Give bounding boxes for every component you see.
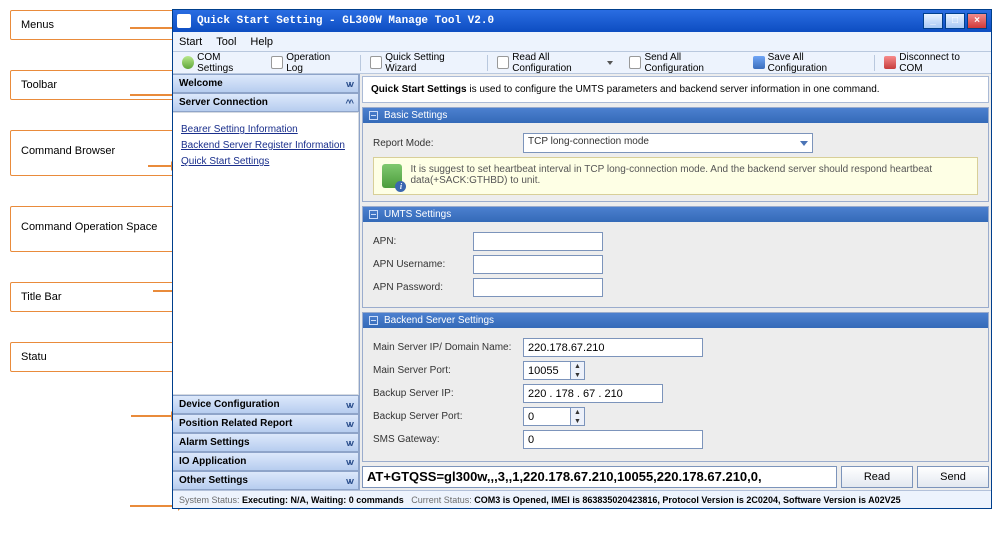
status-bar: System Status: Executing: N/A, Waiting: … — [173, 490, 991, 508]
link-bearer[interactable]: Bearer Setting Information — [181, 124, 350, 135]
command-bar: AT+GTQSS=gl300w,,,3,,1,220.178.67.210,10… — [362, 466, 989, 488]
section-umts: UMTS Settings APN: APN Username: APN Pas… — [362, 206, 989, 308]
msip-label: Main Server IP/ Domain Name: — [373, 342, 523, 353]
tb-read-all[interactable]: Read All Configuration — [492, 49, 618, 77]
section-basic-header[interactable]: Basic Settings — [363, 108, 988, 123]
window-title: Quick Start Setting - GL300W Manage Tool… — [197, 15, 494, 27]
apn-pwd-input[interactable] — [473, 278, 603, 297]
title-bar[interactable]: Quick Start Setting - GL300W Manage Tool… — [173, 10, 991, 32]
tb-disconnect[interactable]: Disconnect to COM — [879, 49, 985, 77]
close-button[interactable]: × — [967, 13, 987, 29]
callout-title-bar: Title Bar — [10, 282, 175, 312]
bsport-label: Backup Server Port: — [373, 411, 523, 422]
chevron-down-icon: vv — [346, 476, 352, 486]
server-links: Bearer Setting Information Backend Serve… — [173, 112, 359, 395]
toolbar: COM Settings Operation Log Quick Setting… — [173, 52, 991, 74]
link-backend-reg[interactable]: Backend Server Register Information — [181, 140, 350, 151]
tb-quick-wizard[interactable]: Quick Setting Wizard — [365, 49, 477, 77]
application-window: Quick Start Setting - GL300W Manage Tool… — [172, 9, 992, 509]
callout-command-browser: Command Browser — [10, 130, 175, 176]
chevron-down-icon: vv — [346, 79, 352, 89]
group-other[interactable]: Other Settingsvv — [173, 471, 359, 490]
apn-pwd-label: APN Password: — [373, 282, 473, 293]
group-server-connection[interactable]: Server Connection^^ — [173, 93, 359, 112]
section-backend: Backend Server Settings Main Server IP/ … — [362, 312, 989, 462]
menu-start[interactable]: Start — [179, 36, 202, 48]
spinner-arrows-icon[interactable]: ▲▼ — [571, 361, 585, 380]
note-box: It is suggest to set heartbeat interval … — [373, 157, 978, 195]
bsip-input[interactable] — [523, 384, 663, 403]
apn-input[interactable] — [473, 232, 603, 251]
chevron-up-icon: ^^ — [345, 98, 352, 108]
read-icon — [497, 56, 509, 69]
collapse-icon — [369, 210, 378, 219]
collapse-icon — [369, 316, 378, 325]
apn-user-label: APN Username: — [373, 259, 473, 270]
group-position-report[interactable]: Position Related Reportvv — [173, 414, 359, 433]
globe-icon — [182, 56, 194, 69]
maximize-button[interactable]: □ — [945, 13, 965, 29]
callout-statu: Statu — [10, 342, 175, 372]
save-icon — [753, 56, 765, 69]
bsport-spinner[interactable]: ▲▼ — [523, 407, 585, 426]
chevron-down-icon: vv — [346, 419, 352, 429]
msip-input[interactable] — [523, 338, 703, 357]
callout-command-op-space: Command Operation Space — [10, 206, 175, 252]
arrow-titlebar — [131, 415, 173, 417]
arrow-cmdbrowser — [148, 165, 173, 167]
command-operation-space: Quick Start Settings is used to configur… — [360, 74, 991, 490]
app-icon — [177, 14, 191, 28]
group-io-app[interactable]: IO Applicationvv — [173, 452, 359, 471]
read-button[interactable]: Read — [841, 466, 913, 488]
apn-user-input[interactable] — [473, 255, 603, 274]
send-icon — [629, 56, 641, 69]
report-mode-select[interactable]: TCP long-connection mode — [523, 133, 813, 153]
wizard-icon — [370, 56, 382, 69]
chevron-down-icon: vv — [346, 438, 352, 448]
tb-send-all[interactable]: Send All Configuration — [624, 49, 741, 77]
msport-spinner[interactable]: ▲▼ — [523, 361, 585, 380]
report-mode-label: Report Mode: — [373, 138, 523, 149]
bsip-label: Backup Server IP: — [373, 388, 523, 399]
tb-save-all[interactable]: Save All Configuration — [748, 49, 865, 77]
description: Quick Start Settings is used to configur… — [362, 76, 989, 103]
section-backend-header[interactable]: Backend Server Settings — [363, 313, 988, 328]
group-alarm[interactable]: Alarm Settingsvv — [173, 433, 359, 452]
disconnect-icon — [884, 56, 896, 69]
group-device-config[interactable]: Device Configurationvv — [173, 395, 359, 414]
tb-com-settings[interactable]: COM Settings — [177, 49, 260, 77]
minimize-button[interactable]: _ — [923, 13, 943, 29]
section-basic: Basic Settings Report Mode: TCP long-con… — [362, 107, 989, 202]
log-icon — [271, 56, 283, 69]
spinner-arrows-icon[interactable]: ▲▼ — [571, 407, 585, 426]
command-preview[interactable]: AT+GTQSS=gl300w,,,3,,1,220.178.67.210,10… — [362, 466, 837, 488]
msport-label: Main Server Port: — [373, 365, 523, 376]
command-browser: Welcomevv Server Connection^^ Bearer Set… — [173, 74, 360, 490]
sms-label: SMS Gateway: — [373, 434, 523, 445]
send-button[interactable]: Send — [917, 466, 989, 488]
link-quick-start[interactable]: Quick Start Settings — [181, 156, 350, 167]
tb-operation-log[interactable]: Operation Log — [266, 49, 350, 77]
sms-input[interactable] — [523, 430, 703, 449]
chevron-down-icon: vv — [346, 400, 352, 410]
callout-menus: Menus — [10, 10, 175, 40]
info-icon — [382, 164, 402, 188]
group-welcome[interactable]: Welcomevv — [173, 74, 359, 93]
chevron-down-icon: vv — [346, 457, 352, 467]
chevron-down-icon — [607, 61, 613, 65]
menu-tool[interactable]: Tool — [216, 36, 236, 48]
menu-help[interactable]: Help — [250, 36, 273, 48]
section-umts-header[interactable]: UMTS Settings — [363, 207, 988, 222]
collapse-icon — [369, 111, 378, 120]
apn-label: APN: — [373, 236, 473, 247]
